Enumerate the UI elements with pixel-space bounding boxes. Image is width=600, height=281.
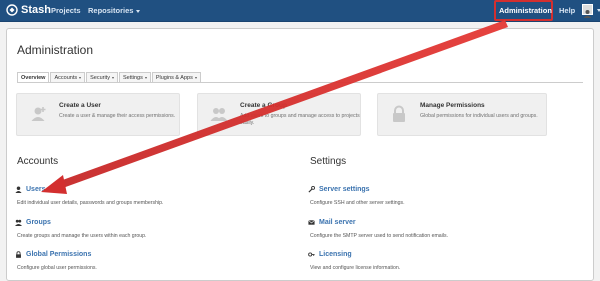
user-icon (15, 186, 22, 193)
lock-icon (393, 105, 405, 122)
manage-permissions-card[interactable]: Manage Permissions Global permissions fo… (377, 93, 547, 136)
nav-help[interactable]: Help (559, 6, 575, 15)
server-settings-desc: Configure SSH and other server settings. (310, 200, 405, 206)
licensing-link[interactable]: Licensing (308, 251, 352, 258)
chevron-down-icon (136, 9, 141, 13)
stash-logo-icon (6, 4, 18, 16)
tab-security[interactable]: Security (86, 72, 118, 82)
tab-plugins-apps-label: Plugins & Apps (155, 75, 193, 81)
licensing-link-label: Licensing (319, 251, 352, 258)
mail-server-link-label: Mail server (319, 219, 356, 226)
page-title: Administration (17, 43, 94, 57)
card-desc: Add users to groups and manage access to… (240, 113, 360, 126)
server-settings-link[interactable]: Server settings (308, 186, 370, 193)
add-group-icon (210, 108, 228, 121)
tab-overview[interactable]: Overview (17, 72, 50, 82)
card-title: Create a Group (240, 102, 287, 109)
chevron-down-icon (111, 76, 114, 79)
wrench-icon (308, 186, 315, 193)
tab-overview-label: Overview (21, 75, 46, 81)
stash-logo[interactable]: Stash (6, 4, 51, 16)
key-icon (308, 252, 315, 257)
avatar-icon (583, 10, 592, 18)
groups-link[interactable]: Groups (15, 219, 51, 226)
tab-plugins-apps[interactable]: Plugins & Apps (151, 72, 201, 82)
admin-tabs: Overview Accounts Security Settings Plug… (17, 72, 583, 83)
server-settings-link-label: Server settings (319, 186, 370, 193)
card-desc: Create a user & manage their access perm… (59, 113, 176, 119)
users-link[interactable]: Users (15, 186, 45, 193)
groups-desc: Create groups and manage the users withi… (17, 233, 147, 239)
licensing-desc: View and configure license information. (310, 265, 401, 271)
tab-accounts[interactable]: Accounts (50, 72, 86, 82)
top-nav-bar: Stash Projects Repositories Administrati… (0, 0, 600, 22)
chevron-down-icon (79, 76, 82, 79)
chevron-down-icon (194, 76, 197, 79)
global-permissions-link[interactable]: Global Permissions (15, 251, 91, 258)
mail-server-link[interactable]: Mail server (308, 219, 356, 226)
global-permissions-link-label: Global Permissions (26, 251, 92, 258)
nav-projects[interactable]: Projects (51, 6, 81, 15)
chevron-down-icon (144, 76, 147, 79)
card-title: Manage Permissions (420, 102, 485, 109)
users-link-label: Users (26, 186, 46, 193)
lock-icon (16, 251, 21, 258)
mail-server-desc: Configure the SMTP server used to send n… (310, 233, 449, 239)
admin-page-panel: Administration Overview Accounts Securit… (6, 28, 594, 281)
create-user-card[interactable]: Create a User Create a user & manage the… (16, 93, 180, 136)
create-group-card[interactable]: Create a Group Add users to groups and m… (197, 93, 361, 136)
accounts-heading: Accounts (17, 156, 59, 167)
card-title: Create a User (59, 102, 101, 109)
group-icon (15, 219, 22, 226)
tab-accounts-label: Accounts (54, 75, 78, 81)
tab-settings[interactable]: Settings (118, 72, 151, 82)
add-user-icon (31, 107, 46, 121)
nav-administration[interactable]: Administration (499, 6, 552, 15)
settings-heading: Settings (310, 156, 347, 167)
global-permissions-desc: Configure global user permissions. (17, 265, 97, 271)
mail-icon (308, 220, 315, 225)
groups-link-label: Groups (26, 219, 51, 226)
nav-repositories-label: Repositories (88, 6, 134, 15)
users-desc: Edit individual user details, passwords … (17, 200, 164, 206)
card-desc: Global permissions for individual users … (420, 113, 538, 119)
tab-settings-label: Settings (122, 75, 143, 81)
brand-name: Stash (21, 4, 51, 16)
nav-repositories[interactable]: Repositories (88, 6, 141, 15)
tab-security-label: Security (90, 75, 110, 81)
user-avatar[interactable] (582, 4, 593, 18)
